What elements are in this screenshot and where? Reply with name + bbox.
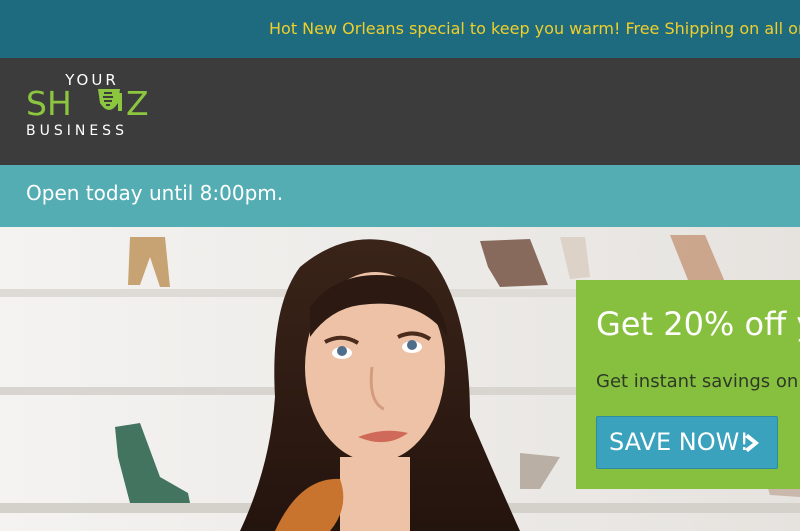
announcement-bar: Hot New Orleans special to keep you warm… bbox=[0, 0, 800, 58]
logo-your: YOUR bbox=[64, 71, 119, 89]
save-now-button[interactable]: SAVE NOW! bbox=[596, 416, 778, 469]
chevron-right-icon bbox=[745, 434, 759, 452]
save-now-label: SAVE NOW! bbox=[609, 428, 749, 456]
site-logo[interactable]: YOUR SH Z BUSINESS bbox=[26, 71, 158, 137]
logo-business: BUSINESS bbox=[26, 123, 128, 137]
announcement-text: Hot New Orleans special to keep you warm… bbox=[269, 19, 800, 38]
promo-panel: Get 20% off yo Get instant savings on SA… bbox=[576, 280, 800, 489]
promo-title: Get 20% off yo bbox=[596, 305, 800, 343]
site-header: YOUR SH Z BUSINESS bbox=[0, 58, 800, 165]
logo-shooz-right: Z bbox=[126, 84, 149, 123]
logo-shooz-left: SH bbox=[26, 84, 72, 123]
promo-subtitle: Get instant savings on bbox=[596, 371, 799, 392]
store-hours-text: Open today until 8:00pm. bbox=[26, 181, 284, 205]
boot-print-icon bbox=[98, 89, 122, 111]
store-hours-bar: Open today until 8:00pm. bbox=[0, 165, 800, 227]
